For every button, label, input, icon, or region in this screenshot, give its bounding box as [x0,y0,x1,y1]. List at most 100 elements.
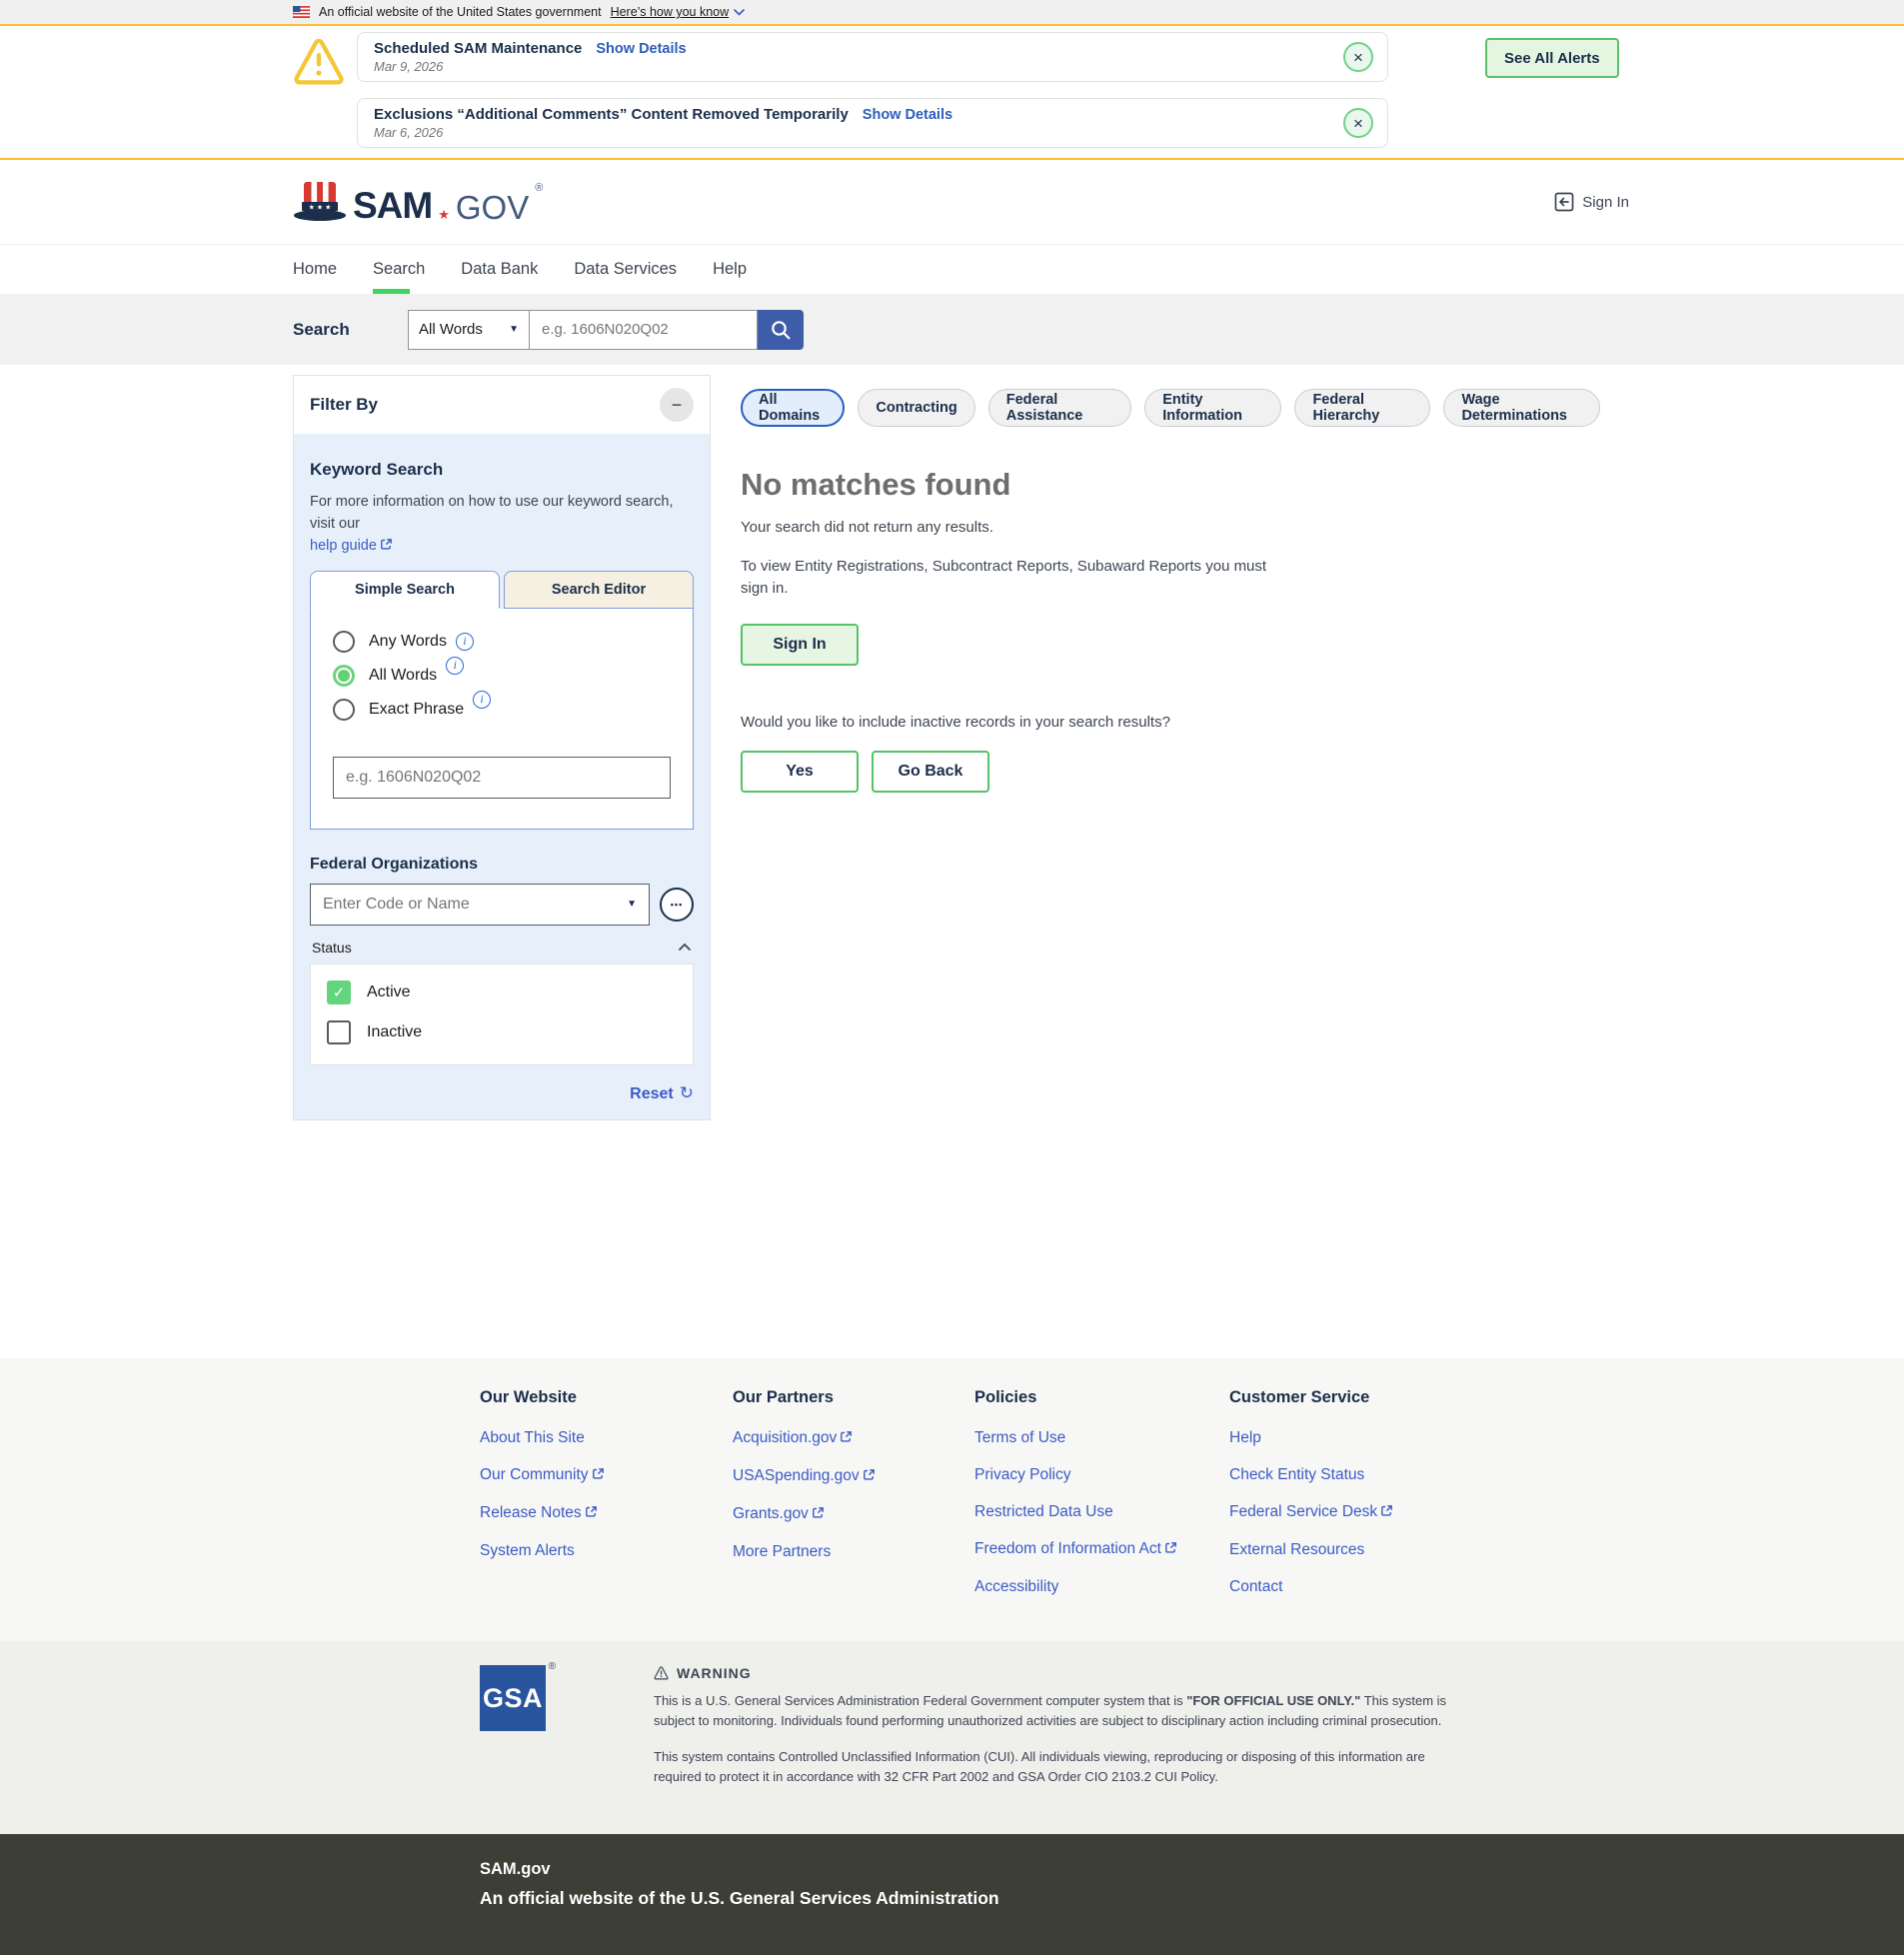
footer-link-about-this-site[interactable]: About This Site [480,1429,733,1447]
footer-link-check-entity-status[interactable]: Check Entity Status [1229,1466,1393,1484]
footer-column-title: Customer Service [1229,1388,1370,1406]
results-area: All Domains Contracting Federal Assistan… [741,375,1600,793]
keyword-input[interactable] [333,756,671,799]
radio-exact-phrase[interactable] [333,698,355,721]
radio-any-words[interactable] [333,630,355,653]
more-options-button[interactable]: ••• [660,887,694,922]
logo-text-gov: GOV [455,189,530,226]
chevron-up-icon [678,943,692,952]
us-flag-icon [293,6,310,18]
show-details-link[interactable]: Show Details [863,107,952,123]
main-nav: Home Search Data Bank Data Services Help [0,244,1904,294]
empty-checkbox [327,1019,351,1044]
help-guide-link[interactable]: help guide [310,538,377,554]
nav-item-help[interactable]: Help [713,245,747,294]
sign-in-icon [1554,192,1574,212]
federal-organizations-heading: Federal Organizations [310,855,479,873]
footer-column-title: Policies [974,1388,1037,1406]
show-details-link[interactable]: Show Details [596,41,686,57]
content-area: Filter By − Keyword Search For more info… [0,365,1904,1358]
footer-link-acquisition-gov[interactable]: Acquisition.gov [733,1429,974,1448]
external-link-icon [863,1468,876,1486]
footer-link-our-community[interactable]: Our Community [480,1466,733,1485]
alert-date: Mar 6, 2026 [374,125,444,140]
search-input[interactable] [530,309,758,350]
alert-date: Mar 9, 2026 [374,59,444,74]
tab-simple-search[interactable]: Simple Search [310,570,500,609]
info-icon[interactable]: i [455,632,474,651]
close-icon[interactable]: × [1343,108,1373,138]
tab-search-editor[interactable]: Search Editor [504,570,694,609]
info-icon[interactable]: i [446,656,465,675]
see-all-alerts-button[interactable]: See All Alerts [1485,38,1619,78]
checkbox-inactive[interactable]: Inactive [327,1019,677,1044]
footer-link-external-resources[interactable]: External Resources [1229,1541,1393,1559]
keyword-search-desc: For more information on how to use our k… [310,494,674,532]
info-icon[interactable]: i [473,690,492,709]
reset-filters-link[interactable]: Reset ↻ [630,1083,694,1102]
domain-tab-entity-information[interactable]: Entity Information [1144,389,1282,427]
status-section-toggle[interactable]: Status [310,940,694,956]
footer-link-contact[interactable]: Contact [1229,1578,1393,1596]
footer-link-usaspending-gov[interactable]: USASpending.gov [733,1467,974,1486]
alert-title: Scheduled SAM Maintenance [374,40,583,57]
external-link-icon [1380,1504,1393,1522]
footer-column-title: Our Partners [733,1388,834,1406]
search-label: Search [293,319,350,339]
filter-panel: Filter By − Keyword Search For more info… [293,375,711,1120]
minus-icon: − [671,394,683,415]
search-bar: Search All Words ▼ [0,294,1904,365]
nav-item-data-bank[interactable]: Data Bank [461,245,538,294]
domain-tab-contracting[interactable]: Contracting [858,389,975,427]
alert-card: Exclusions “Additional Comments” Content… [357,98,1388,148]
search-mode-select[interactable]: All Words ▼ [408,309,530,350]
footer-link-privacy-policy[interactable]: Privacy Policy [974,1466,1229,1484]
nav-item-home[interactable]: Home [293,245,337,294]
footer-link-federal-service-desk[interactable]: Federal Service Desk [1229,1503,1393,1522]
domain-tab-federal-hierarchy[interactable]: Federal Hierarchy [1294,389,1431,427]
footer-link-accessibility[interactable]: Accessibility [974,1578,1229,1596]
nav-item-data-services[interactable]: Data Services [574,245,677,294]
footer-link-restricted-data-use[interactable]: Restricted Data Use [974,1503,1229,1521]
check-icon: ✓ [327,979,351,1004]
search-button[interactable] [758,309,804,350]
no-matches-heading: No matches found [741,467,1011,502]
warning-icon [654,1666,669,1680]
close-icon[interactable]: × [1343,42,1373,72]
gsa-registered-mark: ® [548,1661,556,1672]
footer-link-foia[interactable]: Freedom of Information Act [974,1540,1229,1559]
warning-section: GSA ® WARNING This is a U.S. General Ser… [0,1641,1904,1834]
alert-title: Exclusions “Additional Comments” Content… [374,106,849,123]
footer-column-customer-service: Customer Service Help Check Entity Statu… [1229,1388,1393,1615]
site-header: ★ ★ ★ SAM ★ GOV ® Sign In [0,160,1904,244]
federal-organizations-select[interactable]: Enter Code or Name ▼ [310,883,650,926]
how-you-know-link[interactable]: Here’s how you know [611,5,746,19]
footer-site-name: SAM.gov [480,1859,551,1878]
footer-column-our-partners: Our Partners Acquisition.gov USASpending… [733,1388,974,1615]
header-sign-in-link[interactable]: Sign In [1554,192,1629,212]
ellipsis-icon: ••• [670,899,684,910]
sign-in-button[interactable]: Sign In [741,623,859,666]
checkbox-active[interactable]: ✓ Active [327,979,677,1004]
domain-tab-federal-assistance[interactable]: Federal Assistance [987,389,1132,427]
external-link-icon [812,1506,825,1524]
logo-star-icon: ★ [438,207,450,222]
domain-tab-all-domains[interactable]: All Domains [741,389,846,427]
page: An official website of the United States… [0,0,1904,1955]
yes-button[interactable]: Yes [741,750,859,793]
warning-heading: WARNING [654,1665,1473,1681]
footer-link-help[interactable]: Help [1229,1429,1393,1447]
domain-tab-wage-determinations[interactable]: Wage Determinations [1443,389,1600,427]
radio-all-words[interactable] [333,664,355,687]
sam-gov-logo[interactable]: ★ ★ ★ SAM ★ GOV ® [293,180,543,224]
collapse-filter-button[interactable]: − [660,388,694,422]
footer-link-system-alerts[interactable]: System Alerts [480,1542,733,1560]
footer-link-release-notes[interactable]: Release Notes [480,1504,733,1523]
footer-link-more-partners[interactable]: More Partners [733,1543,974,1561]
footer-site-tagline: An official website of the U.S. General … [480,1887,999,1908]
go-back-button[interactable]: Go Back [872,750,989,793]
search-icon [770,319,792,341]
nav-item-search[interactable]: Search [373,245,425,294]
footer-link-grants-gov[interactable]: Grants.gov [733,1505,974,1524]
footer-link-terms-of-use[interactable]: Terms of Use [974,1429,1229,1447]
